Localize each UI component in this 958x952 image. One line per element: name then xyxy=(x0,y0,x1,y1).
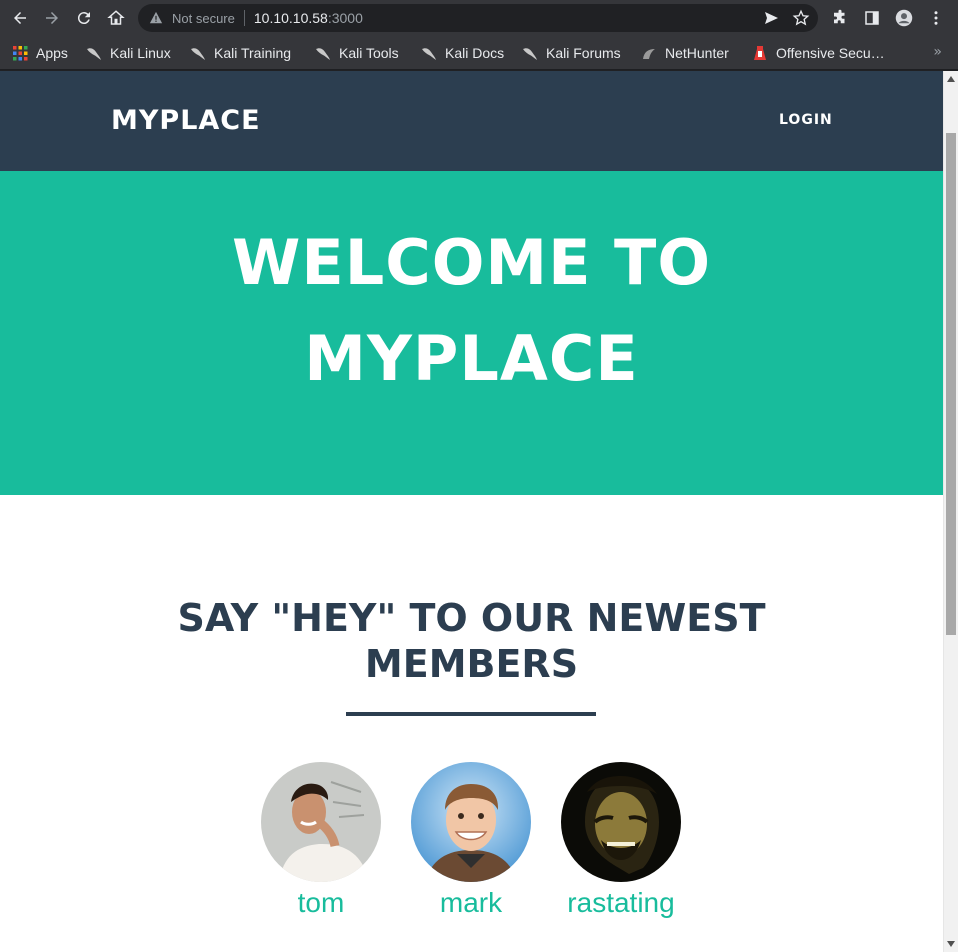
kali-dragon-icon xyxy=(86,45,102,61)
extensions-button[interactable] xyxy=(828,6,852,30)
apps-grid-icon xyxy=(12,45,28,61)
forward-arrow-icon xyxy=(46,12,58,24)
members-heading-line-2: MEMBERS xyxy=(364,642,579,686)
bookmark-label: Kali Tools xyxy=(339,45,399,61)
bookmark-apps[interactable]: Apps xyxy=(12,42,68,64)
hero-banner: WELCOME TO MYPLACE xyxy=(0,171,943,495)
url-host: 10.10.10.58 xyxy=(253,10,328,26)
profile-avatar-icon xyxy=(895,9,913,27)
forward-button[interactable] xyxy=(40,6,64,30)
hero-title-line-2: MYPLACE xyxy=(304,322,639,395)
page-viewport: MYPLACE LOGIN WELCOME TO MYPLACE SAY "HE… xyxy=(0,71,943,952)
offsec-icon xyxy=(752,45,768,61)
url-port: :3000 xyxy=(327,10,363,26)
profile-button[interactable] xyxy=(892,6,916,30)
send-tab-icon[interactable] xyxy=(760,7,782,29)
bookmark-kali-docs[interactable]: Kali Docs xyxy=(421,42,504,64)
home-icon xyxy=(107,10,125,25)
address-separator xyxy=(243,10,245,26)
page-scrollbar[interactable] xyxy=(943,71,958,952)
site-navbar: MYPLACE LOGIN xyxy=(0,71,943,171)
site-brand[interactable]: MYPLACE xyxy=(111,105,261,136)
member-name-mark[interactable]: mark xyxy=(396,887,546,919)
bookmarks-overflow-button[interactable]: » xyxy=(933,44,942,60)
bookmark-label: Kali Linux xyxy=(110,45,171,61)
scrollbar-thumb[interactable] xyxy=(946,133,956,635)
heading-divider xyxy=(346,712,596,716)
reload-icon xyxy=(77,12,90,25)
home-button[interactable] xyxy=(104,6,128,30)
bookmark-label: Offensive Secu… xyxy=(776,45,885,61)
bookmark-kali-tools[interactable]: Kali Tools xyxy=(315,42,399,64)
members-heading: SAY "HEY" TO OUR NEWEST MEMBERS xyxy=(0,595,943,687)
side-panel-icon xyxy=(865,11,879,25)
login-link[interactable]: LOGIN xyxy=(779,112,833,128)
bookmark-label: Kali Training xyxy=(214,45,292,61)
bookmark-kali-training[interactable]: Kali Training xyxy=(190,42,291,64)
warning-triangle-icon xyxy=(148,10,164,26)
bookmark-kali-linux[interactable]: Kali Linux xyxy=(86,42,171,64)
puzzle-piece-icon xyxy=(834,9,845,24)
bookmark-nethunter[interactable]: NetHunter xyxy=(641,42,729,64)
bookmark-label: Apps xyxy=(36,45,68,61)
bookmark-label: Kali Docs xyxy=(445,45,505,61)
back-arrow-icon xyxy=(14,12,26,24)
hero-title: WELCOME TO MYPLACE xyxy=(0,215,943,407)
kali-dragon-icon xyxy=(522,45,538,61)
security-status-label[interactable]: Not secure xyxy=(172,11,235,26)
bookmark-kali-forums[interactable]: Kali Forums xyxy=(522,42,621,64)
browser-menu-button[interactable] xyxy=(924,6,948,30)
scroll-down-arrow-icon[interactable] xyxy=(947,941,955,947)
kebab-menu-icon xyxy=(934,11,938,25)
member-card-tom[interactable]: tom xyxy=(246,762,396,919)
members-heading-line-1: SAY "HEY" TO OUR NEWEST xyxy=(177,596,766,640)
bookmark-offensive-security[interactable]: Offensive Secu… xyxy=(752,42,885,64)
member-card-mark[interactable]: mark xyxy=(396,762,546,919)
bookmark-star-icon[interactable] xyxy=(790,7,812,29)
bookmarks-bar: Apps Kali Linux Kali Training Kali Tools… xyxy=(0,36,958,70)
member-avatar-tom[interactable] xyxy=(261,762,381,882)
kali-dragon-icon xyxy=(421,45,437,61)
hero-title-line-1: WELCOME TO xyxy=(231,226,712,299)
member-avatar-mark[interactable] xyxy=(411,762,531,882)
bookmark-label: Kali Forums xyxy=(546,45,621,61)
side-panel-button[interactable] xyxy=(860,6,884,30)
kali-dragon-icon xyxy=(315,45,331,61)
address-bar[interactable]: Not secure 10.10.10.58 :3000 xyxy=(138,4,818,32)
scroll-up-arrow-icon[interactable] xyxy=(947,76,955,82)
bookmark-label: NetHunter xyxy=(665,45,729,61)
nethunter-icon xyxy=(641,45,657,61)
browser-toolbar: Not secure 10.10.10.58 :3000 xyxy=(0,0,958,36)
kali-dragon-icon xyxy=(190,45,206,61)
member-name-tom[interactable]: tom xyxy=(246,887,396,919)
member-avatar-rastating[interactable] xyxy=(561,762,681,882)
reload-button[interactable] xyxy=(72,6,96,30)
member-card-rastating[interactable]: rastating xyxy=(546,762,696,919)
member-name-rastating[interactable]: rastating xyxy=(546,887,696,919)
back-button[interactable] xyxy=(8,6,32,30)
